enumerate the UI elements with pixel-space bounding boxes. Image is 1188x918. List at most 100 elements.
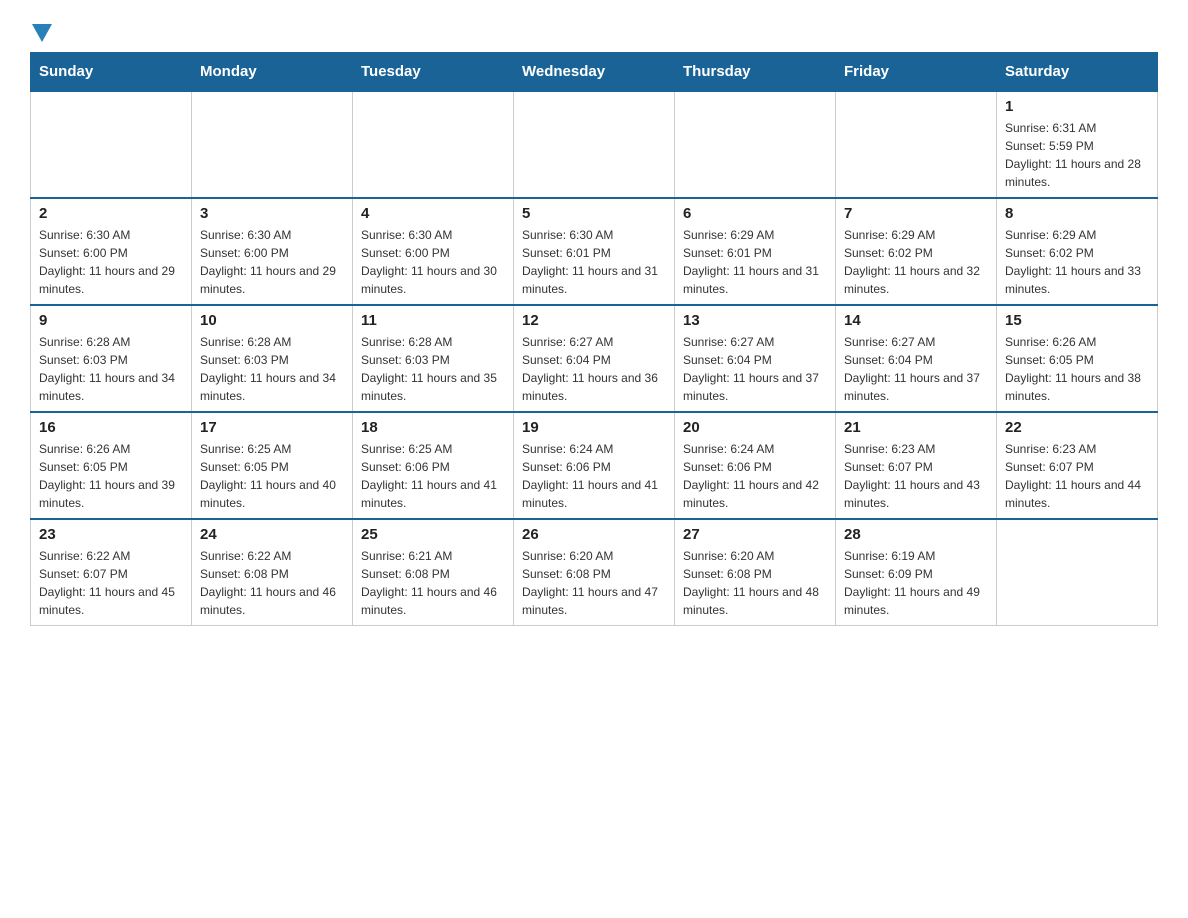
day-of-week-header: Thursday: [675, 53, 836, 92]
day-number: 17: [200, 419, 344, 436]
day-info: Sunrise: 6:30 AM Sunset: 6:00 PM Dayligh…: [200, 226, 344, 298]
calendar-day-cell: 21 Sunrise: 6:23 AM Sunset: 6:07 PM Dayli…: [836, 412, 997, 519]
calendar-day-cell: 6 Sunrise: 6:29 AM Sunset: 6:01 PM Daylig…: [675, 198, 836, 305]
day-number: 25: [361, 526, 505, 543]
calendar-day-cell: 12 Sunrise: 6:27 AM Sunset: 6:04 PM Dayli…: [514, 305, 675, 412]
day-info: Sunrise: 6:26 AM Sunset: 6:05 PM Dayligh…: [1005, 333, 1149, 405]
day-number: 20: [683, 419, 827, 436]
day-number: 2: [39, 205, 183, 222]
calendar-week-row: 16 Sunrise: 6:26 AM Sunset: 6:05 PM Dayli…: [31, 412, 1158, 519]
day-info: Sunrise: 6:30 AM Sunset: 6:01 PM Dayligh…: [522, 226, 666, 298]
calendar-day-cell: 1Sunrise: 6:31 AM Sunset: 5:59 PM Daylig…: [997, 91, 1158, 198]
logo-triangle-icon: [32, 24, 52, 42]
day-info: Sunrise: 6:22 AM Sunset: 6:08 PM Dayligh…: [200, 547, 344, 619]
calendar-day-cell: 3 Sunrise: 6:30 AM Sunset: 6:00 PM Daylig…: [192, 198, 353, 305]
day-info: Sunrise: 6:23 AM Sunset: 6:07 PM Dayligh…: [844, 440, 988, 512]
calendar-day-cell: 19 Sunrise: 6:24 AM Sunset: 6:06 PM Dayli…: [514, 412, 675, 519]
day-info: Sunrise: 6:28 AM Sunset: 6:03 PM Dayligh…: [361, 333, 505, 405]
day-info: Sunrise: 6:19 AM Sunset: 6:09 PM Dayligh…: [844, 547, 988, 619]
day-info: Sunrise: 6:27 AM Sunset: 6:04 PM Dayligh…: [683, 333, 827, 405]
day-info: Sunrise: 6:29 AM Sunset: 6:02 PM Dayligh…: [844, 226, 988, 298]
calendar-day-cell: 18Sunrise: 6:25 AM Sunset: 6:06 PM Dayli…: [353, 412, 514, 519]
day-number: 14: [844, 312, 988, 329]
logo: [30, 20, 52, 42]
day-info: Sunrise: 6:31 AM Sunset: 5:59 PM Dayligh…: [1005, 119, 1149, 191]
calendar-day-cell: [836, 91, 997, 198]
day-info: Sunrise: 6:29 AM Sunset: 6:02 PM Dayligh…: [1005, 226, 1149, 298]
calendar-day-cell: 26 Sunrise: 6:20 AM Sunset: 6:08 PM Dayli…: [514, 519, 675, 626]
day-info: Sunrise: 6:23 AM Sunset: 6:07 PM Dayligh…: [1005, 440, 1149, 512]
day-number: 21: [844, 419, 988, 436]
day-number: 11: [361, 312, 505, 329]
calendar-week-row: 9 Sunrise: 6:28 AM Sunset: 6:03 PM Daylig…: [31, 305, 1158, 412]
day-info: Sunrise: 6:27 AM Sunset: 6:04 PM Dayligh…: [844, 333, 988, 405]
day-info: Sunrise: 6:24 AM Sunset: 6:06 PM Dayligh…: [522, 440, 666, 512]
calendar-day-cell: 16 Sunrise: 6:26 AM Sunset: 6:05 PM Dayli…: [31, 412, 192, 519]
day-number: 16: [39, 419, 183, 436]
calendar-day-cell: 22 Sunrise: 6:23 AM Sunset: 6:07 PM Dayli…: [997, 412, 1158, 519]
calendar-day-cell: 8 Sunrise: 6:29 AM Sunset: 6:02 PM Daylig…: [997, 198, 1158, 305]
calendar-week-row: 23 Sunrise: 6:22 AM Sunset: 6:07 PM Dayli…: [31, 519, 1158, 626]
calendar-day-cell: [675, 91, 836, 198]
day-number: 10: [200, 312, 344, 329]
day-number: 26: [522, 526, 666, 543]
calendar-day-cell: 20 Sunrise: 6:24 AM Sunset: 6:06 PM Dayli…: [675, 412, 836, 519]
day-number: 15: [1005, 312, 1149, 329]
day-info: Sunrise: 6:27 AM Sunset: 6:04 PM Dayligh…: [522, 333, 666, 405]
day-number: 22: [1005, 419, 1149, 436]
day-number: 9: [39, 312, 183, 329]
day-info: Sunrise: 6:22 AM Sunset: 6:07 PM Dayligh…: [39, 547, 183, 619]
calendar-day-cell: [353, 91, 514, 198]
calendar-day-cell: 23 Sunrise: 6:22 AM Sunset: 6:07 PM Dayli…: [31, 519, 192, 626]
day-info: Sunrise: 6:28 AM Sunset: 6:03 PM Dayligh…: [200, 333, 344, 405]
day-info: Sunrise: 6:20 AM Sunset: 6:08 PM Dayligh…: [683, 547, 827, 619]
day-info: Sunrise: 6:20 AM Sunset: 6:08 PM Dayligh…: [522, 547, 666, 619]
page-header: [30, 20, 1158, 42]
calendar-day-cell: 24 Sunrise: 6:22 AM Sunset: 6:08 PM Dayli…: [192, 519, 353, 626]
day-number: 4: [361, 205, 505, 222]
calendar-day-cell: 10 Sunrise: 6:28 AM Sunset: 6:03 PM Dayli…: [192, 305, 353, 412]
day-info: Sunrise: 6:28 AM Sunset: 6:03 PM Dayligh…: [39, 333, 183, 405]
day-number: 12: [522, 312, 666, 329]
calendar-day-cell: [192, 91, 353, 198]
day-info: Sunrise: 6:25 AM Sunset: 6:05 PM Dayligh…: [200, 440, 344, 512]
calendar-day-cell: 28 Sunrise: 6:19 AM Sunset: 6:09 PM Dayli…: [836, 519, 997, 626]
day-info: Sunrise: 6:29 AM Sunset: 6:01 PM Dayligh…: [683, 226, 827, 298]
day-number: 28: [844, 526, 988, 543]
day-of-week-header: Tuesday: [353, 53, 514, 92]
day-number: 5: [522, 205, 666, 222]
calendar-day-cell: 9 Sunrise: 6:28 AM Sunset: 6:03 PM Daylig…: [31, 305, 192, 412]
calendar-day-cell: 5 Sunrise: 6:30 AM Sunset: 6:01 PM Daylig…: [514, 198, 675, 305]
day-info: Sunrise: 6:30 AM Sunset: 6:00 PM Dayligh…: [361, 226, 505, 298]
day-number: 27: [683, 526, 827, 543]
day-of-week-header: Friday: [836, 53, 997, 92]
calendar-day-cell: 11 Sunrise: 6:28 AM Sunset: 6:03 PM Dayli…: [353, 305, 514, 412]
day-number: 23: [39, 526, 183, 543]
day-number: 18: [361, 419, 505, 436]
calendar-table: SundayMondayTuesdayWednesdayThursdayFrid…: [30, 52, 1158, 626]
day-info: Sunrise: 6:26 AM Sunset: 6:05 PM Dayligh…: [39, 440, 183, 512]
day-of-week-header: Wednesday: [514, 53, 675, 92]
calendar-day-cell: [514, 91, 675, 198]
calendar-day-cell: 14 Sunrise: 6:27 AM Sunset: 6:04 PM Dayli…: [836, 305, 997, 412]
day-info: Sunrise: 6:30 AM Sunset: 6:00 PM Dayligh…: [39, 226, 183, 298]
day-number: 6: [683, 205, 827, 222]
day-number: 19: [522, 419, 666, 436]
calendar-day-cell: 25 Sunrise: 6:21 AM Sunset: 6:08 PM Dayli…: [353, 519, 514, 626]
calendar-day-cell: 2 Sunrise: 6:30 AM Sunset: 6:00 PM Daylig…: [31, 198, 192, 305]
calendar-day-cell: 4 Sunrise: 6:30 AM Sunset: 6:00 PM Daylig…: [353, 198, 514, 305]
calendar-day-cell: 13 Sunrise: 6:27 AM Sunset: 6:04 PM Dayli…: [675, 305, 836, 412]
day-number: 3: [200, 205, 344, 222]
calendar-day-cell: 7 Sunrise: 6:29 AM Sunset: 6:02 PM Daylig…: [836, 198, 997, 305]
calendar-header-row: SundayMondayTuesdayWednesdayThursdayFrid…: [31, 53, 1158, 92]
day-of-week-header: Monday: [192, 53, 353, 92]
day-of-week-header: Saturday: [997, 53, 1158, 92]
day-info: Sunrise: 6:21 AM Sunset: 6:08 PM Dayligh…: [361, 547, 505, 619]
day-number: 13: [683, 312, 827, 329]
day-info: Sunrise: 6:24 AM Sunset: 6:06 PM Dayligh…: [683, 440, 827, 512]
day-number: 8: [1005, 205, 1149, 222]
day-number: 7: [844, 205, 988, 222]
day-number: 24: [200, 526, 344, 543]
calendar-week-row: 2 Sunrise: 6:30 AM Sunset: 6:00 PM Daylig…: [31, 198, 1158, 305]
day-of-week-header: Sunday: [31, 53, 192, 92]
